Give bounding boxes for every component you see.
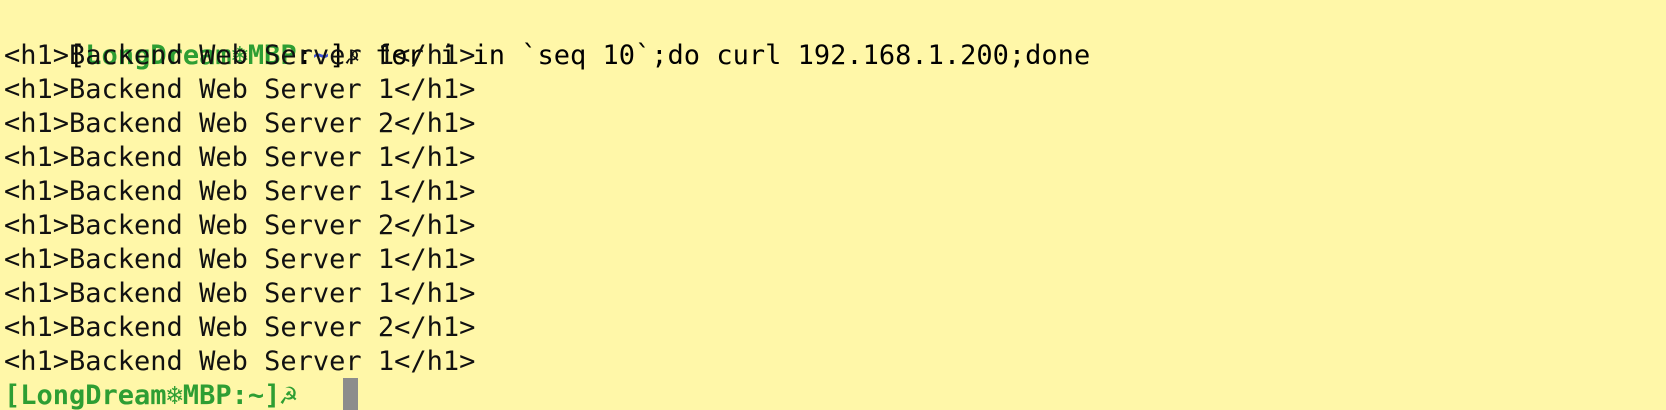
output-line: <h1>Backend Web Server 1</h1> — [4, 74, 476, 105]
output-line: <h1>Backend Web Server 1</h1> — [4, 142, 476, 173]
output-line: <h1>Backend Web Server 1</h1> — [4, 40, 476, 71]
output-line: <h1>Backend Web Server 1</h1> — [4, 278, 476, 309]
output-line: <h1>Backend Web Server 2</h1> — [4, 108, 476, 139]
output-line: <h1>Backend Web Server 2</h1> — [4, 312, 476, 343]
output-line: <h1>Backend Web Server 1</h1> — [4, 176, 476, 207]
previous-line-fragment — [0, 0, 1666, 4]
terminal-window[interactable]: [LongDream❄MBP:~]☭ for i in `seq 10`;do … — [0, 0, 1666, 410]
command-prompt-line: [LongDream❄MBP:~]☭ for i in `seq 10`;do … — [4, 5, 1090, 71]
output-line: <h1>Backend Web Server 1</h1> — [4, 244, 476, 275]
output-line: <h1>Backend Web Server 1</h1> — [4, 346, 476, 377]
output-line: <h1>Backend Web Server 2</h1> — [4, 210, 476, 241]
text-cursor[interactable] — [343, 378, 358, 410]
next-prompt-line: [LongDream❄MBP:~]☭ — [4, 380, 313, 410]
